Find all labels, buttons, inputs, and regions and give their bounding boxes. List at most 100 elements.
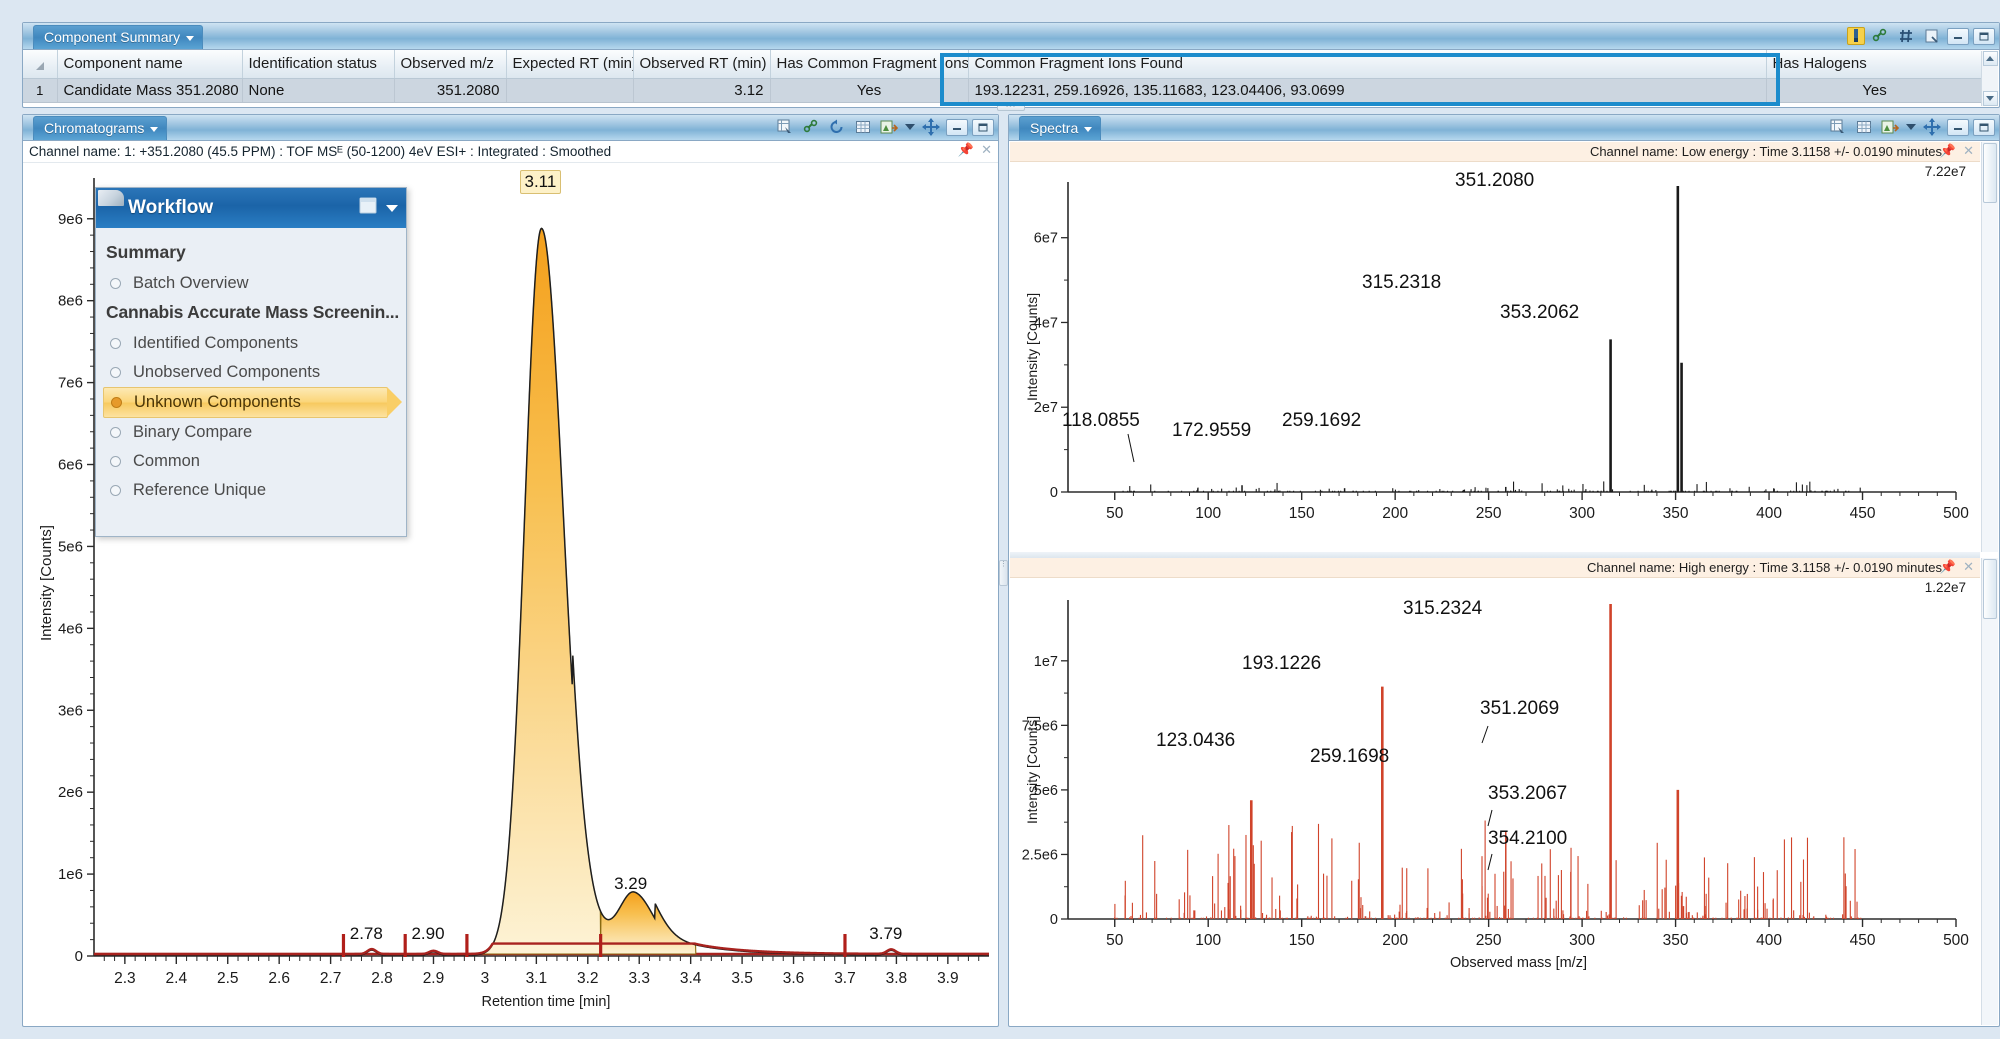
link-icon[interactable] — [1869, 26, 1891, 46]
low-energy-spectrum-plot[interactable]: 02e74e76e750100150200250300350400450500I… — [1010, 162, 1980, 552]
select-all-corner[interactable] — [23, 50, 57, 78]
close-icon[interactable]: ✕ — [981, 143, 992, 156]
col-component-name[interactable]: Component name — [57, 50, 242, 78]
scroll-up-icon[interactable] — [1983, 51, 1998, 66]
dropdown-caret-icon[interactable] — [1905, 117, 1917, 137]
minimize-icon[interactable] — [1947, 28, 1969, 45]
grid-icon[interactable] — [1853, 117, 1875, 137]
svg-text:2.9: 2.9 — [423, 970, 445, 987]
svg-text:2e7: 2e7 — [1034, 400, 1058, 416]
restore-icon[interactable] — [1973, 28, 1995, 45]
minimize-icon[interactable] — [946, 119, 968, 136]
component-summary-scrollbar[interactable] — [1981, 51, 1998, 106]
table-row[interactable]: 1 Candidate Mass 351.2080 None 351.2080 … — [23, 78, 1981, 102]
cell-has-halogens[interactable]: Yes — [1766, 78, 1981, 102]
svg-text:6e7: 6e7 — [1034, 231, 1058, 247]
minimize-icon[interactable] — [1947, 119, 1969, 136]
radio-icon[interactable] — [111, 397, 122, 408]
export-icon[interactable] — [1879, 117, 1901, 137]
workflow-item-unobserved-components[interactable]: Unobserved Components — [96, 358, 406, 387]
spectra-scrollbar-high[interactable] — [1981, 558, 1998, 1025]
cell-component-name[interactable]: Candidate Mass 351.2080 — [57, 78, 242, 102]
hash-icon[interactable] — [1895, 26, 1917, 46]
pin-icon[interactable]: 📌 — [958, 143, 974, 156]
col-observed-rt[interactable]: Observed RT (min) — [633, 50, 770, 78]
svg-text:2.5: 2.5 — [217, 970, 239, 987]
svg-text:3.6: 3.6 — [783, 970, 805, 987]
cell-identification-status[interactable]: None — [242, 78, 394, 102]
pan-icon[interactable] — [920, 117, 942, 137]
page-icon[interactable] — [358, 196, 380, 221]
corner-triangle-icon — [36, 62, 44, 70]
col-has-common-fragment-ions[interactable]: Has Common Fragment Ions — [770, 50, 968, 78]
pan-icon[interactable] — [1921, 117, 1943, 137]
svg-text:3.4: 3.4 — [680, 970, 702, 987]
svg-text:3.9: 3.9 — [937, 970, 959, 987]
radio-icon[interactable] — [110, 278, 121, 289]
workflow-item-binary-compare[interactable]: Binary Compare — [96, 418, 406, 447]
cell-expected-rt[interactable] — [506, 78, 633, 102]
close-icon[interactable]: ✕ — [1963, 144, 1974, 157]
col-common-fragment-ions-found[interactable]: Common Fragment Ions Found — [968, 50, 1766, 78]
radio-icon[interactable] — [110, 338, 121, 349]
svg-text:50: 50 — [1106, 505, 1124, 522]
col-observed-mz[interactable]: Observed m/z — [394, 50, 506, 78]
radio-icon[interactable] — [110, 367, 121, 378]
export-icon[interactable] — [878, 117, 900, 137]
svg-text:300: 300 — [1569, 505, 1595, 522]
workflow-item-batch-overview[interactable]: Batch Overview — [96, 269, 406, 298]
spectra-titlebar: Spectra — [1009, 115, 1999, 141]
low-energy-banner: Channel name: Low energy : Time 3.1158 +… — [1010, 142, 1980, 162]
workflow-item-identified-components[interactable]: Identified Components — [96, 329, 406, 358]
radio-icon[interactable] — [110, 456, 121, 467]
scroll-down-icon[interactable] — [1983, 91, 1998, 106]
high-energy-spectrum-plot[interactable]: 02.5e65e67.5e61e750100150200250300350400… — [1010, 578, 1980, 1025]
svg-text:0: 0 — [1050, 912, 1058, 928]
workflow-item-unknown-components[interactable]: Unknown Components — [103, 387, 388, 418]
chevron-down-icon[interactable] — [1084, 127, 1092, 132]
grid-icon[interactable] — [852, 117, 874, 137]
svg-text:3.3: 3.3 — [628, 970, 650, 987]
svg-text:250: 250 — [1476, 932, 1502, 949]
cell-has-common-fragment-ions[interactable]: Yes — [770, 78, 968, 102]
chevron-down-icon[interactable] — [150, 127, 158, 132]
low-energy-spectrum-max-intensity-label: 7.22e7 — [1925, 164, 1966, 179]
page-curl-icon — [98, 190, 124, 206]
spectrum-sticks — [1123, 481, 1860, 492]
scrollbar-thumb[interactable] — [1983, 143, 1997, 203]
col-has-halogens[interactable]: Has Halogens — [1766, 50, 1981, 78]
horizontal-splitter-handle[interactable]: ⋮ — [999, 560, 1008, 586]
refresh-icon[interactable] — [826, 117, 848, 137]
radio-icon[interactable] — [110, 485, 121, 496]
high-energy-banner: Channel name: High energy : Time 3.1158 … — [1010, 558, 1980, 578]
col-identification-status[interactable]: Identification status — [242, 50, 394, 78]
col-expected-rt[interactable]: Expected RT (min) — [506, 50, 633, 78]
restore-icon[interactable] — [1973, 119, 1995, 136]
spectra-scrollbar-low[interactable] — [1981, 142, 1998, 552]
workflow-item-label: Unobserved Components — [133, 363, 320, 382]
panel-splitter-handle[interactable]: ••• — [997, 103, 1025, 111]
scrollbar-thumb[interactable] — [1983, 559, 1997, 619]
tab-spectra[interactable]: Spectra — [1019, 116, 1101, 140]
inspect-icon[interactable] — [1921, 26, 1943, 46]
chevron-down-icon[interactable] — [186, 36, 194, 41]
tab-component-summary[interactable]: Component Summary — [33, 25, 203, 49]
radio-icon[interactable] — [110, 427, 121, 438]
tab-chromatograms[interactable]: Chromatograms — [33, 116, 167, 140]
workflow-item-reference-unique[interactable]: Reference Unique — [96, 476, 406, 505]
table-select-icon[interactable] — [1827, 117, 1849, 137]
dropdown-caret-icon[interactable] — [904, 117, 916, 137]
chevron-down-icon[interactable] — [386, 200, 398, 218]
workflow-item-common[interactable]: Common — [96, 447, 406, 476]
cell-common-fragment-ions-found[interactable]: 193.12231, 259.16926, 135.11683, 123.044… — [968, 78, 1766, 102]
restore-icon[interactable] — [972, 119, 994, 136]
pin-icon[interactable]: 📌 — [1940, 144, 1956, 157]
cell-observed-mz[interactable]: 351.2080 — [394, 78, 506, 102]
link-icon[interactable] — [800, 117, 822, 137]
close-icon[interactable]: ✕ — [1963, 560, 1974, 573]
table-select-icon[interactable] — [774, 117, 796, 137]
highlight-icon[interactable] — [1847, 27, 1865, 45]
cell-observed-rt[interactable]: 3.12 — [633, 78, 770, 102]
pin-icon[interactable]: 📌 — [1940, 560, 1956, 573]
svg-text:2.3: 2.3 — [114, 970, 136, 987]
